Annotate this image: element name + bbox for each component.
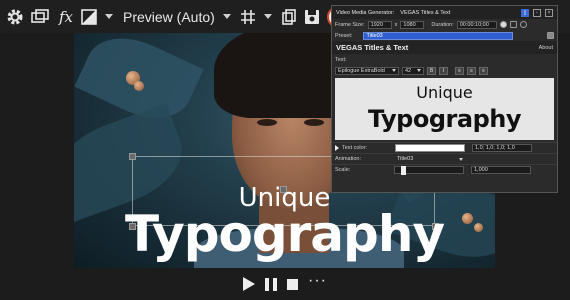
background-berry	[134, 81, 144, 91]
chevron-down-icon	[417, 69, 421, 72]
text-color-value-field[interactable]: 1,0; 1,0; 1,0; 1,0	[472, 144, 532, 152]
plugin-window-title: Video Media Generator:	[336, 9, 395, 16]
help-icon[interactable]	[499, 21, 507, 28]
split-screen-dropdown-caret[interactable]	[105, 14, 113, 19]
overlays-button[interactable]	[237, 0, 259, 33]
animation-row: Animation: Title03	[332, 153, 557, 164]
gear-icon	[7, 9, 23, 24]
font-family-value: Epilogue ExtraBold	[338, 67, 385, 74]
subject-eye	[304, 119, 324, 126]
bold-button[interactable]: B	[427, 66, 436, 75]
subject-eye	[257, 119, 277, 126]
settings-button[interactable]	[4, 0, 26, 33]
duration-label: Duration:	[431, 21, 454, 28]
plugin-title-bar[interactable]: Video Media Generator: VEGAS Titles & Te…	[332, 6, 557, 19]
frame-size-row: Frame Size: 1920 x 1080 Duration: 00:00:…	[332, 19, 557, 30]
preset-dropdown[interactable]: Title03	[363, 31, 514, 40]
scale-row: Scale: 1,000	[332, 164, 557, 175]
window-buttons: ▯ ▫ ×	[521, 8, 553, 17]
preset-label: Preset:	[335, 32, 353, 39]
chevron-down-icon	[392, 69, 396, 72]
preview-quality-caret[interactable]	[222, 14, 231, 19]
chevron-down-icon	[459, 157, 463, 161]
scale-slider-knob[interactable]	[401, 166, 406, 175]
stop-icon[interactable]	[287, 278, 298, 290]
restore-button[interactable]: ▫	[533, 8, 541, 17]
font-size-value: 42	[405, 67, 412, 74]
text-color-label: Text color:	[342, 145, 368, 151]
title-line-2: Typography	[124, 205, 445, 263]
text-label-row: Text:	[332, 54, 557, 65]
copy-icon	[282, 8, 296, 25]
scale-slider[interactable]	[394, 166, 464, 175]
frame-width-field[interactable]: 1920	[367, 20, 392, 29]
text-color-swatch[interactable]	[395, 144, 465, 152]
preview-text-line-2: Typography	[368, 105, 521, 133]
animation-dropdown[interactable]: Title03	[394, 155, 466, 163]
resize-handle[interactable]	[129, 153, 136, 160]
text-label: Text:	[335, 56, 347, 63]
gear-icon[interactable]	[519, 21, 527, 28]
scale-value-field[interactable]: 1,000	[471, 166, 531, 174]
more-options-button[interactable]: ···	[308, 272, 327, 290]
animation-value: Title03	[397, 156, 414, 162]
expand-arrow-icon[interactable]	[335, 145, 339, 151]
pause-icon[interactable]	[265, 277, 277, 291]
plugin-section-title: VEGAS Titles & Text	[336, 43, 409, 52]
split-screen-icon	[81, 8, 97, 25]
info-button[interactable]: ▯	[521, 8, 529, 17]
save-snapshot-button[interactable]	[300, 0, 324, 33]
duration-field[interactable]: 00:00:10;00	[456, 20, 497, 29]
align-right-button[interactable]: ≡	[479, 66, 488, 75]
plugin-window-subtitle: VEGAS Titles & Text	[400, 9, 451, 16]
grid-icon	[240, 9, 255, 24]
overlays-dropdown-caret[interactable]	[263, 14, 272, 19]
save-preset-icon[interactable]	[547, 32, 554, 39]
italic-button[interactable]: I	[439, 66, 448, 75]
video-fx-button[interactable]: fx	[54, 0, 78, 33]
split-screen-button[interactable]	[78, 0, 100, 33]
text-color-row: Text color: 1,0; 1,0; 1,0; 1,0	[332, 142, 557, 153]
plugin-section-header: VEGAS Titles & Text About	[332, 41, 557, 54]
align-left-button[interactable]: ≡	[455, 66, 464, 75]
close-button[interactable]: ×	[545, 8, 553, 17]
external-monitor-button[interactable]	[26, 0, 54, 33]
preset-row: Preset: Title03	[332, 30, 557, 41]
frame-size-label: Frame Size:	[335, 21, 365, 28]
animation-label: Animation:	[335, 156, 361, 162]
preview-quality-dropdown[interactable]: Preview (Auto)	[123, 0, 215, 33]
frame-height-field[interactable]: 1080	[400, 20, 425, 29]
font-row: Epilogue ExtraBold 42 B I ≡ ≡ ≡	[332, 65, 557, 76]
about-link[interactable]: About	[539, 45, 553, 51]
align-center-button[interactable]: ≡	[467, 66, 476, 75]
font-family-dropdown[interactable]: Epilogue ExtraBold	[335, 66, 399, 75]
playback-controls: ···	[0, 268, 570, 300]
copy-snapshot-button[interactable]	[278, 0, 300, 33]
font-size-dropdown[interactable]: 42	[402, 66, 424, 75]
scale-label: Scale:	[335, 167, 351, 173]
frame-x-label: x	[394, 21, 398, 28]
video-media-generator-window: Video Media Generator: VEGAS Titles & Te…	[331, 5, 558, 193]
monitor-icon	[31, 8, 49, 23]
grid-view-icon[interactable]	[509, 21, 517, 28]
play-icon[interactable]	[243, 277, 255, 291]
preview-text-line-1: Unique	[416, 83, 473, 102]
save-icon	[304, 9, 319, 24]
text-edit-preview[interactable]: Unique Typography	[335, 78, 554, 140]
